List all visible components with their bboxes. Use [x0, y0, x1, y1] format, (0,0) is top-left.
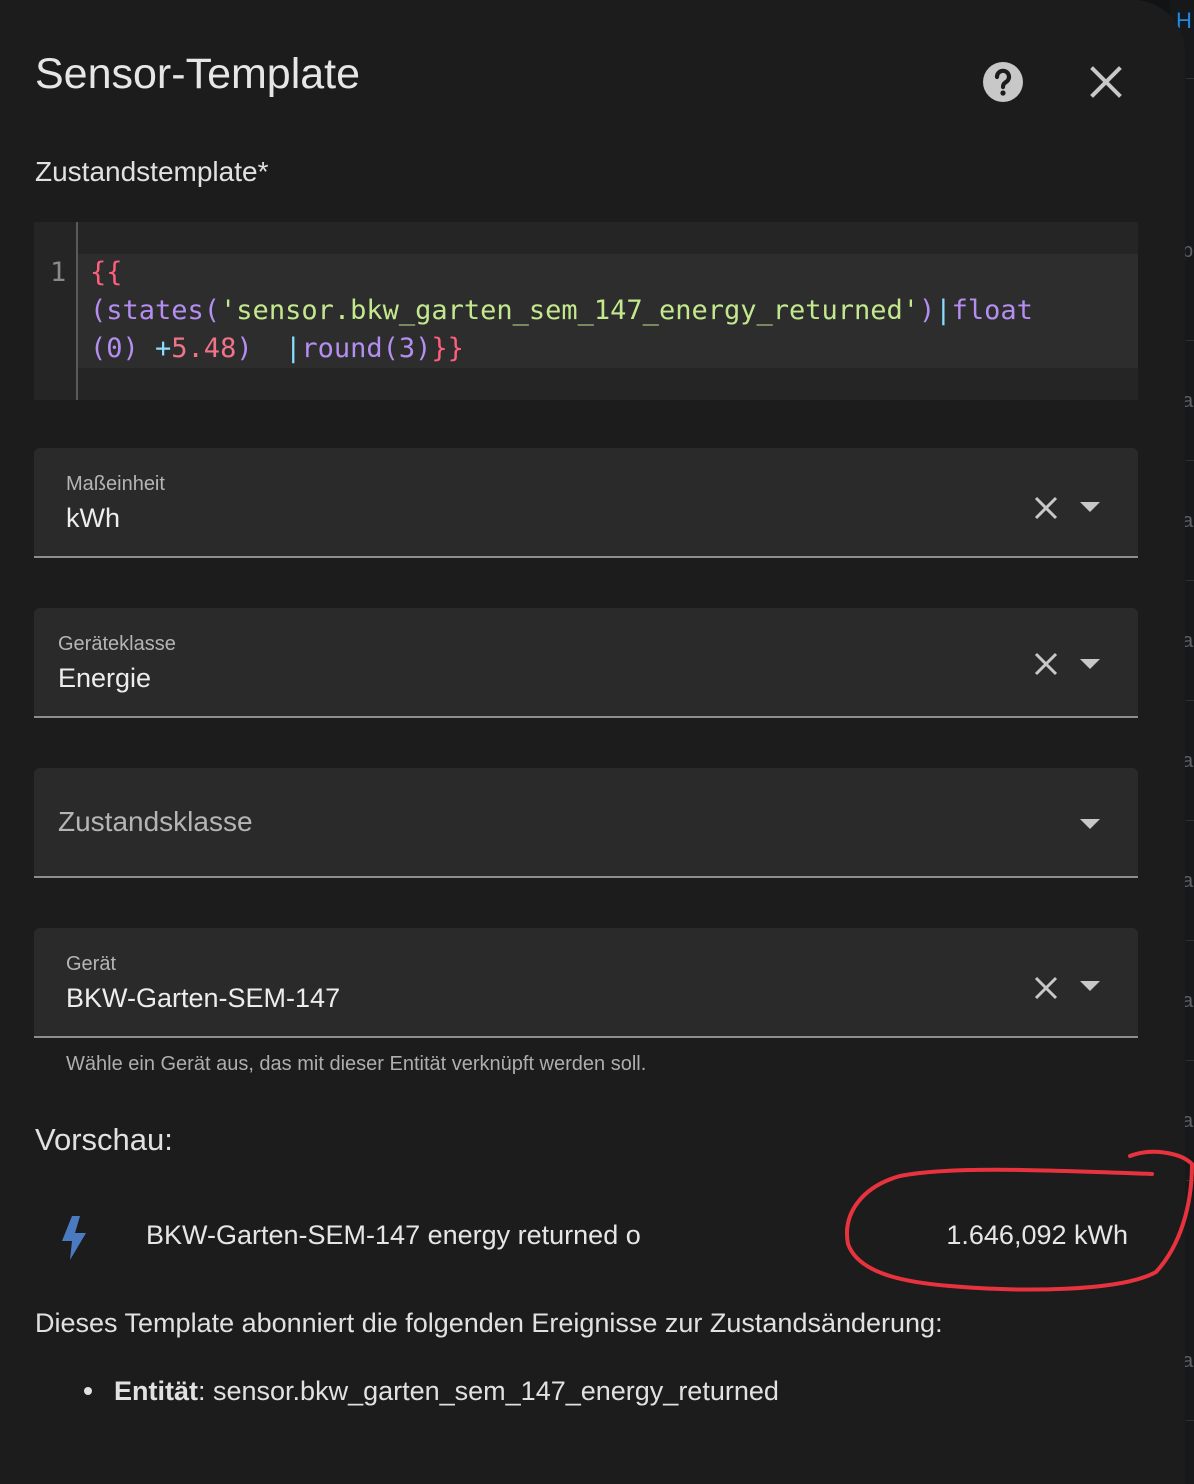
device-field-label: Gerät — [66, 953, 117, 975]
code-content[interactable]: {{ (states('sensor.bkw_garten_sem_147_en… — [90, 254, 1033, 368]
background-divider — [1186, 1420, 1194, 1421]
dialog-title: Sensor-Template — [35, 50, 361, 98]
code-line-1: {{ — [90, 257, 123, 288]
chevron-down-icon[interactable] — [1079, 818, 1101, 830]
preview-entity-name[interactable]: BKW-Garten-SEM-147 energy returned o — [146, 1220, 641, 1251]
subscription-item-value: : sensor.bkw_garten_sem_147_energy_retur… — [198, 1376, 779, 1406]
device-class-select[interactable]: Geräteklasse Energie — [34, 608, 1138, 718]
bullet-dot — [84, 1386, 92, 1395]
state-class-placeholder: Zustandsklasse — [58, 806, 253, 837]
background-divider — [1186, 460, 1194, 461]
background-divider — [1186, 700, 1194, 701]
chevron-down-icon[interactable] — [1079, 501, 1101, 513]
subscription-list-item: Entität: sensor.bkw_garten_sem_147_energ… — [84, 1376, 779, 1407]
state-template-label: Zustandstemplate* — [35, 156, 269, 187]
red-annotation-circle — [845, 1149, 1194, 1292]
state-class-select[interactable]: Zustandsklasse — [34, 768, 1138, 878]
subscription-description: Dieses Template abonniert die folgenden … — [35, 1308, 943, 1338]
clear-icon[interactable] — [1033, 975, 1059, 1001]
clear-icon[interactable] — [1033, 495, 1059, 521]
clear-icon[interactable] — [1033, 651, 1059, 677]
unit-field-label: Maßeinheit — [66, 473, 165, 495]
background-divider — [1186, 1060, 1194, 1061]
template-code-editor[interactable]: 1 {{ (states('sensor.bkw_garten_sem_147_… — [34, 222, 1138, 400]
background-divider — [1186, 580, 1194, 581]
background-divider — [1186, 78, 1194, 79]
flash-icon — [62, 1216, 86, 1260]
help-circle-icon[interactable] — [982, 61, 1024, 103]
device-select[interactable]: Gerät BKW-Garten-SEM-147 — [34, 928, 1138, 1038]
code-line-3: (0) +5.48) |round(3)}} — [90, 333, 464, 364]
chevron-down-icon[interactable] — [1079, 658, 1101, 670]
device-class-field-label: Geräteklasse — [58, 633, 176, 655]
close-icon[interactable] — [1088, 64, 1124, 100]
background-divider — [1186, 940, 1194, 941]
device-class-field-value: Energie — [58, 663, 152, 693]
device-helper-text: Wähle ein Gerät aus, das mit dieser Enti… — [66, 1053, 647, 1075]
unit-of-measurement-select[interactable]: Maßeinheit kWh — [34, 448, 1138, 558]
unit-field-value: kWh — [66, 503, 120, 533]
chevron-down-icon[interactable] — [1079, 980, 1101, 992]
background-divider — [1186, 820, 1194, 821]
background-divider — [1186, 340, 1194, 341]
code-line-number: 1 — [50, 257, 67, 288]
device-field-value: BKW-Garten-SEM-147 — [66, 983, 341, 1013]
preview-heading: Vorschau: — [35, 1122, 173, 1157]
code-line-2: (states('sensor.bkw_garten_sem_147_energ… — [90, 295, 1033, 326]
subscription-item-key: Entität — [114, 1376, 198, 1406]
